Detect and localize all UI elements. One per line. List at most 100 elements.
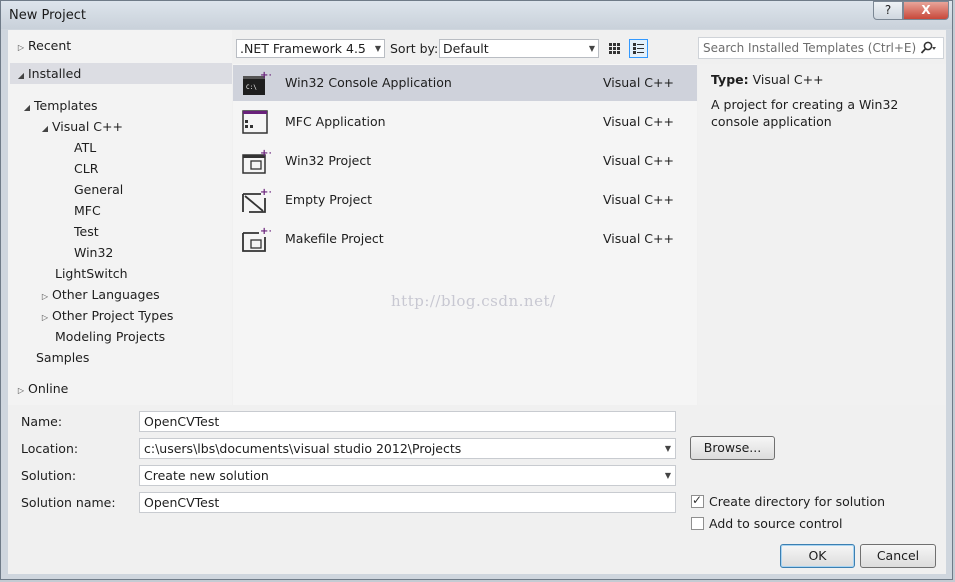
tree-item-other-languages[interactable]: ▷ Other Languages — [38, 284, 160, 305]
tree-label: Online — [28, 381, 69, 396]
tree-item-installed[interactable]: ◢ Installed — [10, 63, 232, 84]
solution-name-input[interactable]: OpenCVTest — [139, 492, 676, 513]
window-title: New Project — [9, 8, 86, 23]
watermark-text: http://blog.csdn.net/ — [391, 292, 556, 310]
solution-select[interactable]: Create new solution ▼ — [139, 465, 676, 486]
framework-select[interactable]: .NET Framework 4.5 ▼ — [236, 39, 385, 58]
expand-arrow-icon[interactable]: ▷ — [38, 286, 52, 307]
expand-arrow-icon[interactable]: ▷ — [38, 307, 52, 328]
tree-item-templates[interactable]: ◢ Templates — [20, 95, 98, 116]
add-to-source-control-label[interactable]: Add to source control — [709, 516, 843, 531]
template-language: Visual C++ — [603, 192, 674, 207]
type-label: Type: — [711, 72, 749, 87]
framework-value: .NET Framework 4.5 — [240, 41, 366, 56]
cancel-button[interactable]: Cancel — [860, 544, 936, 568]
svg-text:++: ++ — [260, 148, 271, 159]
create-directory-checkbox[interactable]: ✓ — [691, 493, 704, 508]
medium-icons-view-button[interactable] — [629, 39, 648, 58]
tree-label: Templates — [34, 98, 98, 113]
template-tree: ▷ Recent ◢ Installed ◢ Templates ◢ Visual C+… — [8, 30, 232, 405]
checkmark-icon: ✓ — [692, 493, 703, 507]
type-value: Visual C++ — [752, 72, 824, 87]
search-installed-templates-input[interactable]: Search Installed Templates (Ctrl+E) — [698, 37, 944, 59]
collapse-arrow-icon[interactable]: ◢ — [38, 118, 52, 139]
sort-value: Default — [443, 41, 489, 56]
template-item-mfc-application[interactable]: MFC Application Visual C++ — [233, 104, 697, 140]
tree-item-online[interactable]: ▷ Online — [14, 378, 68, 399]
new-project-dialog: New Project ? X ▷ Recent ◢ Installed ◢ Temp… — [0, 0, 953, 580]
mfc-app-icon — [242, 110, 268, 134]
small-icons-view-button[interactable] — [605, 39, 624, 58]
search-placeholder: Search Installed Templates (Ctrl+E) — [703, 41, 917, 55]
template-name: Win32 Console Application — [285, 75, 452, 90]
dropdown-arrow-icon[interactable]: ▼ — [665, 466, 671, 485]
location-input[interactable]: c:\users\lbs\documents\visual studio 201… — [139, 438, 676, 459]
svg-text:++: ++ — [260, 187, 271, 198]
template-item-win32-project[interactable]: ++ Win32 Project Visual C++ — [233, 143, 697, 179]
help-button[interactable]: ? — [873, 1, 903, 20]
dropdown-arrow-icon: ▼ — [588, 44, 595, 53]
template-language: Visual C++ — [603, 153, 674, 168]
tree-label: Visual C++ — [52, 119, 123, 134]
tree-label: Installed — [28, 66, 82, 81]
sort-by-label: Sort by: — [390, 41, 439, 56]
template-item-win32-console-application[interactable]: C:\++ Win32 Console Application Visual C… — [233, 65, 697, 101]
tree-item-samples[interactable]: Samples — [36, 347, 89, 368]
console-app-icon: C:\++ — [243, 70, 271, 95]
tree-item-win32[interactable]: Win32 — [74, 242, 113, 263]
name-input[interactable]: OpenCVTest — [139, 411, 676, 432]
collapse-arrow-icon[interactable]: ◢ — [20, 97, 34, 118]
tree-label: Other Languages — [52, 287, 160, 302]
solution-value: Create new solution — [144, 468, 269, 483]
grid-view-icon — [609, 43, 620, 54]
dropdown-arrow-icon[interactable]: ▼ — [665, 439, 671, 458]
add-to-source-control-checkbox[interactable] — [691, 517, 704, 530]
list-view-icon — [633, 43, 644, 54]
tree-item-recent[interactable]: ▷ Recent — [14, 35, 71, 56]
template-name: Empty Project — [285, 192, 373, 207]
template-description: A project for creating a Win32 console a… — [711, 97, 899, 129]
location-value: c:\users\lbs\documents\visual studio 201… — [144, 441, 462, 456]
svg-text:++: ++ — [260, 226, 271, 237]
svg-text:C:\: C:\ — [246, 84, 257, 91]
close-button[interactable]: X — [903, 1, 949, 20]
tree-item-other-project-types[interactable]: ▷ Other Project Types — [38, 305, 174, 328]
dialog-client: ▷ Recent ◢ Installed ◢ Templates ◢ Visual C+… — [8, 30, 946, 574]
tree-item-clr[interactable]: CLR — [74, 158, 98, 179]
svg-text:++: ++ — [260, 70, 271, 81]
template-language: Visual C++ — [603, 75, 674, 90]
template-item-makefile-project[interactable]: ++ Makefile Project Visual C++ — [233, 221, 697, 257]
tree-item-mfc[interactable]: MFC — [74, 200, 101, 221]
tree-item-lightswitch[interactable]: LightSwitch — [55, 263, 128, 284]
create-directory-label[interactable]: Create directory for solution — [709, 494, 885, 509]
expand-arrow-icon[interactable]: ▷ — [14, 37, 28, 58]
template-item-empty-project[interactable]: ++ Empty Project Visual C++ — [233, 182, 697, 218]
win32-project-icon: ++ — [242, 148, 271, 174]
title-bar: New Project ? X — [1, 1, 952, 29]
template-list: C:\++ Win32 Console Application Visual C… — [233, 64, 697, 405]
tree-item-general[interactable]: General — [74, 179, 123, 200]
tree-label: Recent — [28, 38, 72, 53]
ok-button[interactable]: OK — [780, 544, 855, 568]
tree-item-atl[interactable]: ATL — [74, 137, 96, 158]
dropdown-arrow-icon: ▼ — [374, 44, 381, 53]
makefile-project-icon: ++ — [242, 226, 271, 252]
location-label: Location: — [21, 441, 79, 456]
expand-arrow-icon[interactable]: ▷ — [14, 380, 28, 401]
tree-item-modeling-projects[interactable]: Modeling Projects — [55, 326, 165, 347]
template-language: Visual C++ — [603, 114, 674, 129]
empty-project-icon: ++ — [242, 187, 271, 213]
search-icon[interactable] — [919, 41, 937, 61]
solution-name-label: Solution name: — [21, 495, 116, 510]
tree-item-visual-cpp[interactable]: ◢ Visual C++ — [38, 116, 123, 137]
solution-label: Solution: — [21, 468, 77, 483]
template-language: Visual C++ — [603, 231, 674, 246]
tree-label: Other Project Types — [52, 308, 174, 323]
template-type: Type: Visual C++ — [711, 72, 824, 87]
template-info-panel: Type: Visual C++ A project for creating … — [698, 64, 946, 405]
sort-select[interactable]: Default ▼ — [439, 39, 599, 58]
name-label: Name: — [21, 414, 63, 429]
tree-item-test[interactable]: Test — [74, 221, 99, 242]
browse-button[interactable]: Browse... — [690, 436, 775, 460]
collapse-arrow-icon[interactable]: ◢ — [14, 65, 28, 86]
